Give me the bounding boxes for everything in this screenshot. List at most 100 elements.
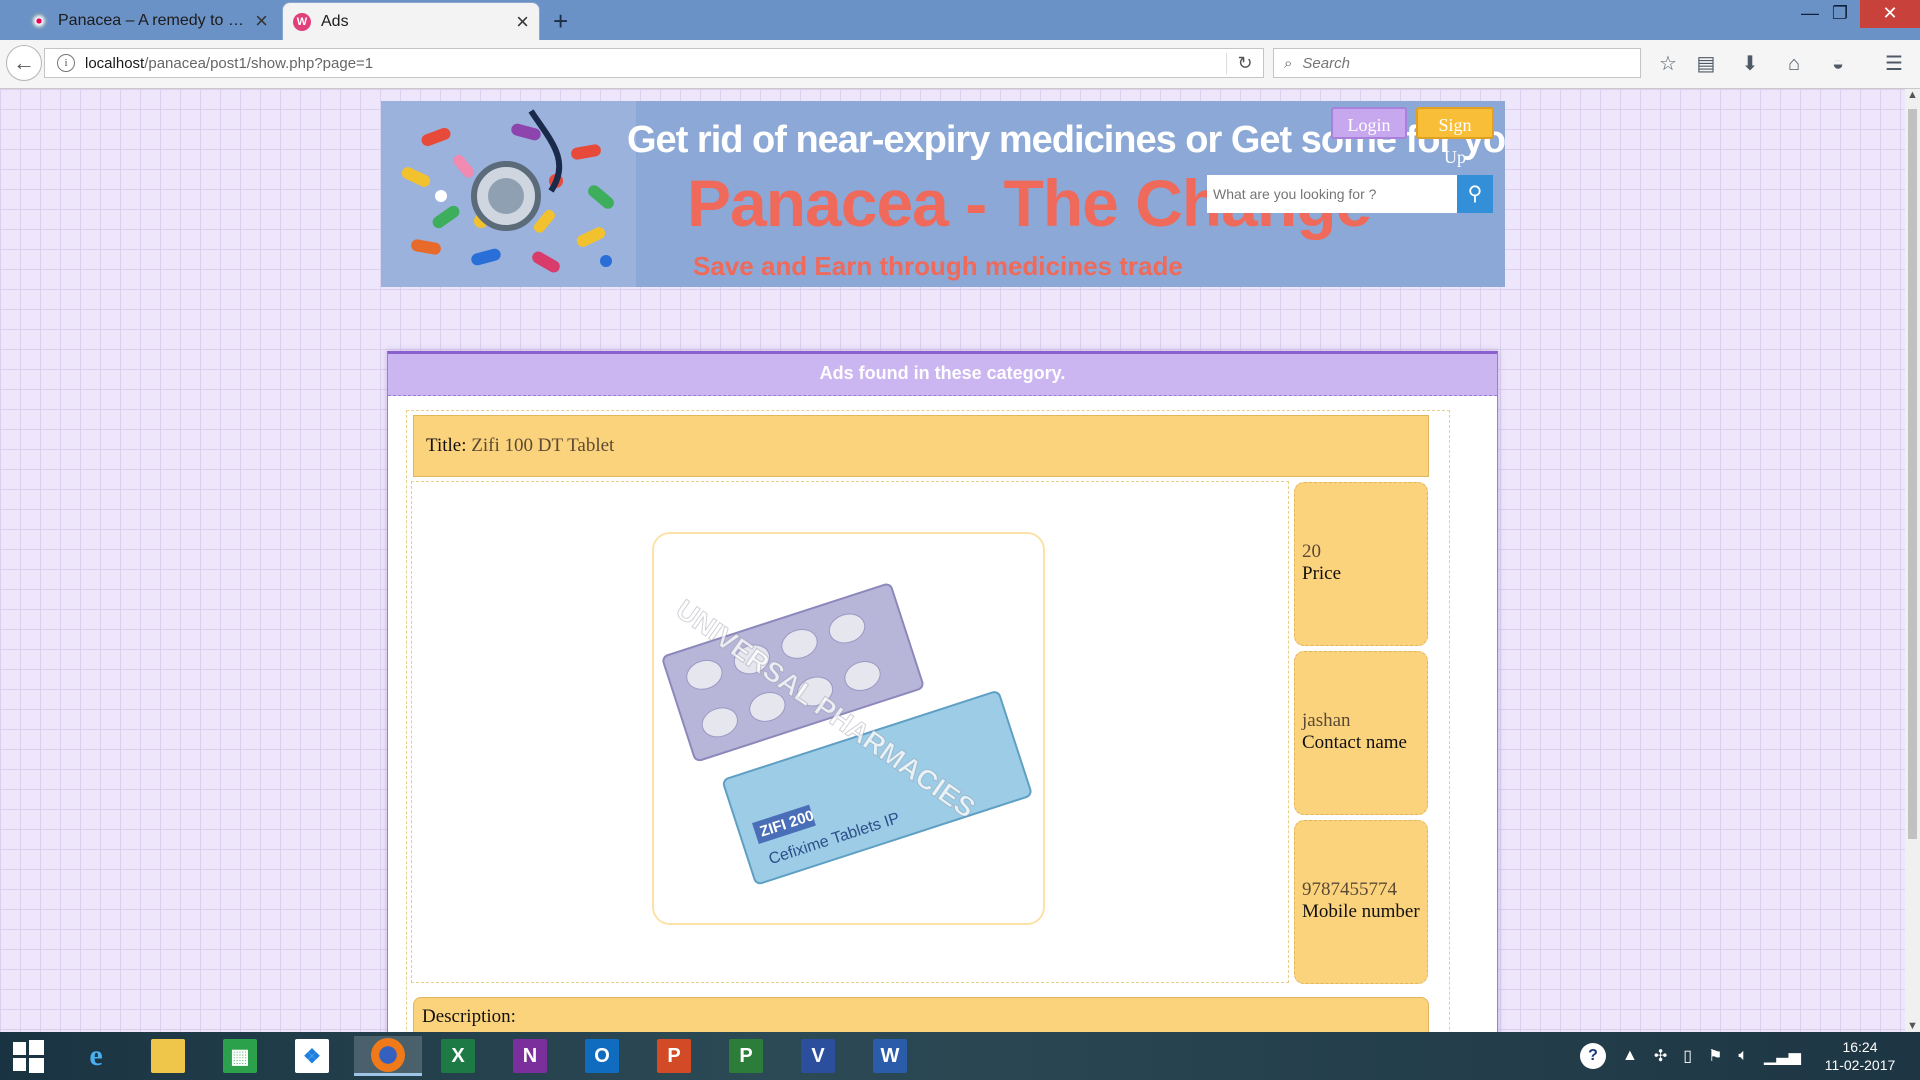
description-row: Description: xyxy=(413,997,1429,1032)
wifi-signal-icon[interactable]: ▁▃▅ xyxy=(1764,1046,1801,1066)
scroll-up-icon[interactable]: ▲ xyxy=(1907,89,1918,101)
taskbar-visio[interactable]: V xyxy=(790,1036,846,1076)
new-tab-button[interactable]: + xyxy=(553,6,568,37)
bookmark-star-icon[interactable]: ☆ xyxy=(1654,50,1682,78)
site-info-icon[interactable]: i xyxy=(57,54,75,72)
project-icon: P xyxy=(729,1039,763,1073)
search-icon: ⚲ xyxy=(1467,183,1483,205)
pocket-icon[interactable]: ◒ xyxy=(1824,50,1852,78)
back-button[interactable]: ← xyxy=(6,45,42,81)
site-banner: Get rid of near-expiry medicines or Get … xyxy=(381,101,1505,287)
folder-icon xyxy=(151,1039,185,1073)
volume-icon[interactable]: 🔈︎ xyxy=(1738,1047,1748,1065)
firefox-icon xyxy=(371,1037,405,1072)
taskbar-dropbox[interactable]: ❖ xyxy=(284,1036,340,1076)
tab-ads[interactable]: W Ads × xyxy=(282,2,540,40)
site-search-input[interactable] xyxy=(1207,175,1457,213)
taskbar-word[interactable]: W xyxy=(862,1036,918,1076)
site-search-button[interactable]: ⚲ xyxy=(1457,175,1493,213)
internet-explorer-icon: e xyxy=(89,1039,103,1072)
system-tray: ? ▲ ✣ ▯ ⚑ 🔈︎ ▁▃▅ xyxy=(1580,1032,1801,1080)
contact-label: Contact name xyxy=(1302,732,1407,753)
close-tab-icon[interactable]: × xyxy=(255,10,268,32)
price-label: Price xyxy=(1302,563,1342,584)
store-icon: ▦ xyxy=(223,1039,257,1073)
windows-logo-icon xyxy=(13,1040,44,1073)
taskbar-onenote[interactable]: N xyxy=(502,1036,558,1076)
scrollbar-thumb[interactable] xyxy=(1908,109,1917,839)
clock-date: 11-02-2017 xyxy=(1824,1057,1896,1073)
url-host: localhost xyxy=(85,54,145,72)
tab-label: Ads xyxy=(321,12,349,30)
scroll-down-icon[interactable]: ▼ xyxy=(1907,1020,1918,1032)
maximize-window-icon[interactable]: ❐ xyxy=(1818,0,1862,28)
taskbar-file-explorer[interactable] xyxy=(140,1036,196,1076)
browser-search-input[interactable] xyxy=(1300,53,1605,73)
contact-box: jashan Contact name xyxy=(1294,651,1428,815)
reload-icon[interactable]: ↻ xyxy=(1226,52,1263,74)
signup-button[interactable]: Sign Up xyxy=(1416,107,1494,167)
price-box: 20 Price xyxy=(1294,482,1428,646)
results-heading: Ads found in these category. xyxy=(388,354,1497,396)
ad-listing: Title: Zifi 100 DT Tablet ZIFI 200 Cefix… xyxy=(406,410,1450,1032)
taskbar-firefox[interactable] xyxy=(354,1036,422,1076)
web-page: Get rid of near-expiry medicines or Get … xyxy=(0,89,1905,1032)
banner-subtitle: Save and Earn through medicines trade xyxy=(693,251,1183,281)
close-tab-icon[interactable]: × xyxy=(516,10,529,33)
taskbar-project[interactable]: P xyxy=(718,1036,774,1076)
flag-icon[interactable]: ⚑ xyxy=(1708,1046,1722,1066)
visio-icon: V xyxy=(801,1039,835,1073)
clock[interactable]: 16:24 11-02-2017 xyxy=(1820,1038,1900,1074)
show-hidden-icons-icon[interactable]: ▲ xyxy=(1622,1047,1638,1065)
ad-image-cell: ZIFI 200 Cefixime Tablets IP UNIVERSAL P… xyxy=(411,481,1289,983)
clock-time: 16:24 xyxy=(1842,1039,1878,1055)
powerpoint-icon: P xyxy=(657,1039,691,1073)
panacea-favicon-icon xyxy=(30,12,48,30)
results-panel: Ads found in these category. Title: Zifi… xyxy=(387,351,1498,1032)
windows-start-button[interactable] xyxy=(0,1036,56,1076)
downloads-icon[interactable]: ⬇ xyxy=(1736,50,1764,78)
ad-title-value: Zifi 100 DT Tablet xyxy=(471,435,615,456)
url-path: /panacea/post1/show.php?page=1 xyxy=(144,54,374,72)
pills-stethoscope-image xyxy=(381,101,636,287)
browser-search-box[interactable]: ⌕ xyxy=(1273,48,1641,78)
onenote-icon: N xyxy=(513,1039,547,1073)
outlook-icon: O xyxy=(585,1039,619,1073)
product-image[interactable]: ZIFI 200 Cefixime Tablets IP UNIVERSAL P… xyxy=(652,532,1045,925)
taskbar-internet-explorer[interactable]: e xyxy=(68,1036,124,1076)
url-text[interactable]: localhost/panacea/post1/show.php?page=1 xyxy=(85,55,1226,72)
excel-icon: X xyxy=(441,1039,475,1073)
taskbar-powerpoint[interactable]: P xyxy=(646,1036,702,1076)
login-button[interactable]: Login xyxy=(1331,107,1407,139)
tab-panacea[interactable]: Panacea – A remedy to all... × xyxy=(20,2,278,40)
ad-title-label: Title: xyxy=(426,435,467,456)
close-window-icon[interactable]: ✕ xyxy=(1860,0,1920,28)
browser-navbar: ← i localhost/panacea/post1/show.php?pag… xyxy=(0,40,1920,89)
windows-taskbar: e ▦ ❖ X N O P P V W ? ▲ ✣ ▯ ⚑ 🔈︎ ▁▃▅ 16:… xyxy=(0,1032,1920,1080)
ad-title-row: Title: Zifi 100 DT Tablet xyxy=(413,415,1429,477)
network-share-icon[interactable]: ✣ xyxy=(1654,1046,1667,1066)
mobile-box: 9787455774 Mobile number xyxy=(1294,820,1428,984)
contact-value: jashan xyxy=(1302,710,1351,731)
description-label: Description: xyxy=(422,1006,516,1027)
menu-icon[interactable]: ☰ xyxy=(1880,50,1908,78)
ads-favicon-icon: W xyxy=(293,12,311,31)
mobile-value: 9787455774 xyxy=(1302,879,1397,900)
address-bar[interactable]: i localhost/panacea/post1/show.php?page=… xyxy=(44,48,1264,78)
tab-label: Panacea – A remedy to all... xyxy=(58,12,250,29)
home-icon[interactable]: ⌂ xyxy=(1780,50,1808,78)
battery-icon[interactable]: ▯ xyxy=(1683,1046,1692,1066)
price-value: 20 xyxy=(1302,541,1321,562)
medicine-strip-image: ZIFI 200 Cefixime Tablets IP UNIVERSAL P… xyxy=(662,583,1032,885)
reading-list-icon[interactable]: ▤ xyxy=(1692,50,1720,78)
vertical-scrollbar[interactable]: ▲ ▼ xyxy=(1905,89,1920,1032)
word-icon: W xyxy=(873,1039,907,1073)
taskbar-outlook[interactable]: O xyxy=(574,1036,630,1076)
taskbar-store[interactable]: ▦ xyxy=(212,1036,268,1076)
browser-titlebar: Panacea – A remedy to all... × W Ads × +… xyxy=(0,0,1920,40)
mobile-label: Mobile number xyxy=(1302,901,1420,922)
search-icon: ⌕ xyxy=(1284,54,1293,72)
help-icon[interactable]: ? xyxy=(1580,1043,1606,1069)
taskbar-excel[interactable]: X xyxy=(430,1036,486,1076)
dropbox-icon: ❖ xyxy=(295,1039,329,1073)
